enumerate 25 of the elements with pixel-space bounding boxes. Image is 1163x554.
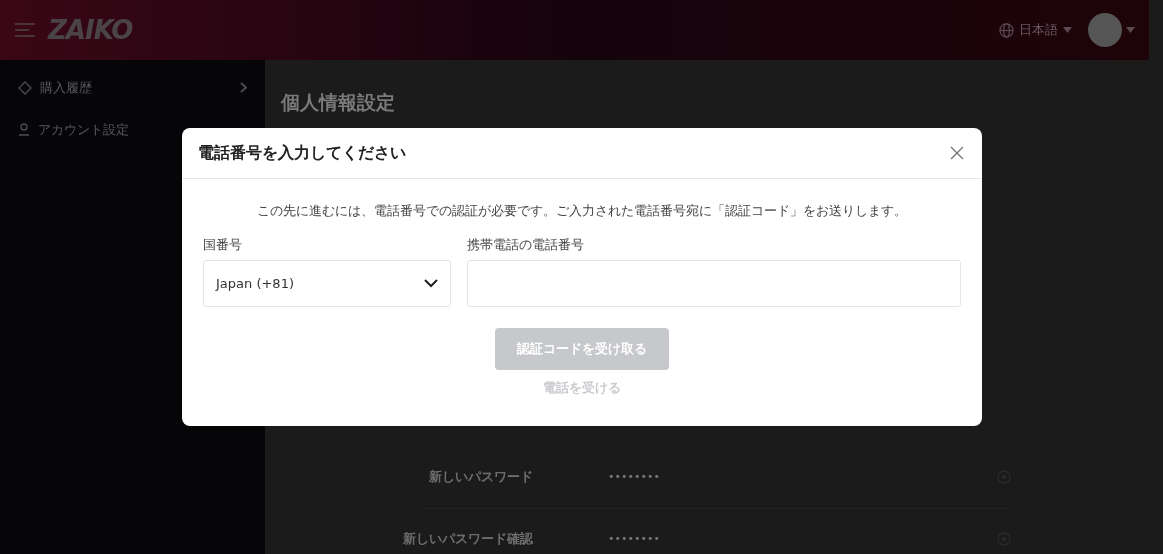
menu-icon[interactable] xyxy=(14,22,36,38)
close-icon xyxy=(950,146,964,160)
phone-input-field[interactable] xyxy=(467,260,961,307)
logo[interactable]: ZAIKO xyxy=(48,10,133,50)
sidebar-item[interactable]: 購入履歴 xyxy=(40,78,92,98)
user-icon xyxy=(18,122,30,136)
dialog-title: 電話番号を入力してください xyxy=(198,143,406,163)
caret-icon xyxy=(1126,27,1135,33)
dialog-message: この先に進むには、電話番号での認証が必要です。ご入力された電話番号宛に「認証コード」をお送りします。 xyxy=(256,202,908,220)
field-label: 新しいパスワード確認 xyxy=(402,530,534,549)
field-label: 携帯電話の電話番号 xyxy=(467,235,585,254)
field-label: 国番号 xyxy=(203,235,243,254)
country-select[interactable]: Japan (+81) xyxy=(203,260,451,307)
close-button[interactable] xyxy=(948,144,966,162)
page-title: 個人情報設定 xyxy=(281,90,396,115)
sidebar-item[interactable]: アカウント設定 xyxy=(38,119,129,139)
caret-icon xyxy=(1063,27,1072,33)
ticket-icon xyxy=(18,80,32,95)
password-field[interactable]: •••••••• xyxy=(553,530,997,548)
globe-icon xyxy=(999,22,1014,38)
avatar[interactable] xyxy=(1088,13,1122,47)
language-selector[interactable]: 日本語 xyxy=(1019,20,1058,40)
chevron-icon xyxy=(424,279,438,288)
password-field[interactable]: •••••••• xyxy=(553,468,997,486)
field-label: 新しいパスワード xyxy=(428,468,534,487)
